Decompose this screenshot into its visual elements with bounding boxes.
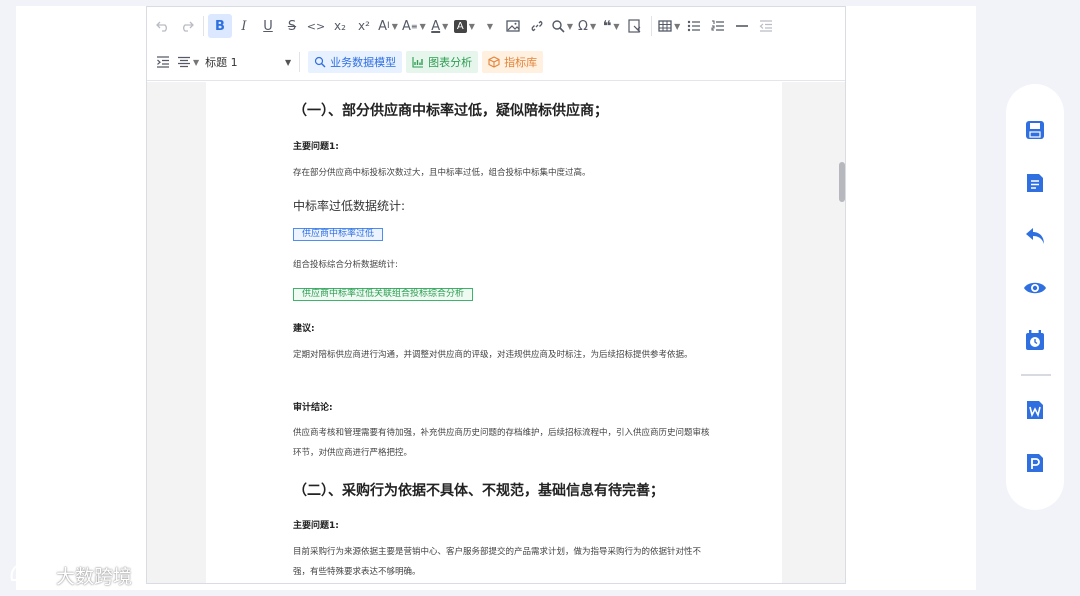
conclusion-label: 审计结论: [293,403,333,413]
line-height-icon[interactable]: A ≡ ▼ [400,14,428,38]
background-color-icon[interactable]: A ▼ [452,14,477,38]
watermark-logo-icon [8,560,50,591]
chevron-down-icon: ▼ [285,57,292,67]
bold-icon[interactable]: B [208,14,232,38]
chart-analysis-button[interactable]: 图表分析 [406,51,479,73]
table-icon[interactable]: ▼ [656,14,682,38]
heading-select-value: 标题 1 [205,56,238,69]
horizontal-rule-icon[interactable] [730,14,754,38]
undo-icon[interactable] [1021,222,1049,250]
special-char-icon[interactable]: Ω ▼ [575,14,599,38]
data-tag[interactable]: 供应商中标率过低 [293,228,384,241]
stats-title: 中标率过低数据统计: [293,199,406,213]
issue-text: 存在部分供应商中标投标次数过大，且中标率过低，组合投标中标集中度过高。 [293,168,591,178]
action-sidebar [1006,84,1064,510]
suggestion-text: 定期对陪标供应商进行沟通，并调整对供应商的评级，对违规供应商及时标注，为后续招标… [293,350,693,360]
vertical-scrollbar[interactable] [839,82,845,583]
indent-increase-icon[interactable] [151,50,175,74]
business-data-model-button[interactable]: 业务数据模型 [308,51,403,73]
watermark-text: 大数跨境 [56,566,133,588]
toolbar-row-1: B I U S <> x₂ x² A I ▼ A ≡ ▼ A ▼ A ▼ ▼ ▼ Ω ▼ [147,8,778,44]
toolbar-row-2: ▼ 标题 1 ▼ 业务数据模型 图表分析 指标库 [147,44,544,80]
format-painter-icon[interactable] [623,14,647,38]
rich-text-editor: B I U S <> x₂ x² A I ▼ A ≡ ▼ A ▼ A ▼ ▼ ▼ Ω ▼ [146,6,846,584]
toolbar-divider [203,16,204,36]
cube-icon [488,56,500,68]
combo-title: 组合投标综合分析数据统计: [293,260,398,270]
font-color-icon[interactable]: A ▼ [428,14,452,38]
suggestion-label: 建议: [293,324,315,334]
numbered-list-icon[interactable] [706,14,730,38]
model-icon [314,56,326,68]
toolbar-divider [651,16,653,36]
scrollbar-thumb[interactable] [839,162,845,202]
font-size-icon[interactable]: A I ▼ [376,14,400,38]
strikethrough-icon[interactable]: S [280,14,304,38]
preview-icon[interactable] [1021,274,1049,302]
subscript-icon[interactable]: x₂ [328,14,352,38]
section-heading: （二）、采购行为依据不具体、不规范，基础信息有待完善； [293,483,664,499]
redo-icon[interactable] [175,14,199,38]
save-icon[interactable] [1021,116,1049,144]
issue-label: 主要问题1: [293,142,339,152]
bullet-list-icon[interactable] [682,14,706,38]
indicator-library-button[interactable]: 指标库 [482,51,544,73]
issue-text: 目前采购行为来源依据主要是营销中心、客户服务部提交的产品需求计划，做为指导采购行… [293,547,702,577]
save-as-icon[interactable] [1021,169,1049,197]
underline-icon[interactable]: U [256,14,280,38]
document-page[interactable]: （一）、部分供应商中标率过低，疑似陪标供应商； 主要问题1: 存在部分供应商中标… [206,82,782,583]
issue-label: 主要问题1: [293,521,339,531]
conclusion-text: 供应商考核和管理需要有待加强，补充供应商历史问题的存档维护，后续招标流程中，引入… [293,428,710,458]
align-icon[interactable]: ▼ [175,50,201,74]
image-icon[interactable] [501,14,525,38]
document-canvas: （一）、部分供应商中标率过低，疑似陪标供应商； 主要问题1: 存在部分供应商中标… [147,82,845,583]
quote-icon[interactable]: ❝ ▼ [599,14,623,38]
find-replace-icon[interactable]: ▼ [549,14,575,38]
toolbar-divider [299,52,301,72]
superscript-icon[interactable]: x² [352,14,376,38]
indent-decrease-icon[interactable] [754,14,778,38]
more-dropdown-icon[interactable]: ▼ [477,14,501,38]
code-icon[interactable]: <> [304,14,328,38]
history-icon[interactable] [1021,326,1049,354]
watermark: 大数跨境 [8,560,132,591]
heading-select[interactable]: 标题 1 ▼ [201,50,295,74]
data-tag[interactable]: 供应商中标率过低关联组合投标综合分析 [293,288,474,301]
section-heading: （一）、部分供应商中标率过低，疑似陪标供应商； [293,103,608,119]
link-icon[interactable] [525,14,549,38]
undo-icon[interactable] [151,14,175,38]
sidebar-divider [1021,374,1051,376]
italic-icon[interactable]: I [232,14,256,38]
pdf-export-icon[interactable] [1021,449,1049,477]
word-export-icon[interactable] [1021,396,1049,424]
editor-toolbar: B I U S <> x₂ x² A I ▼ A ≡ ▼ A ▼ A ▼ ▼ ▼ Ω ▼ [147,7,845,81]
chart-icon [412,56,424,68]
